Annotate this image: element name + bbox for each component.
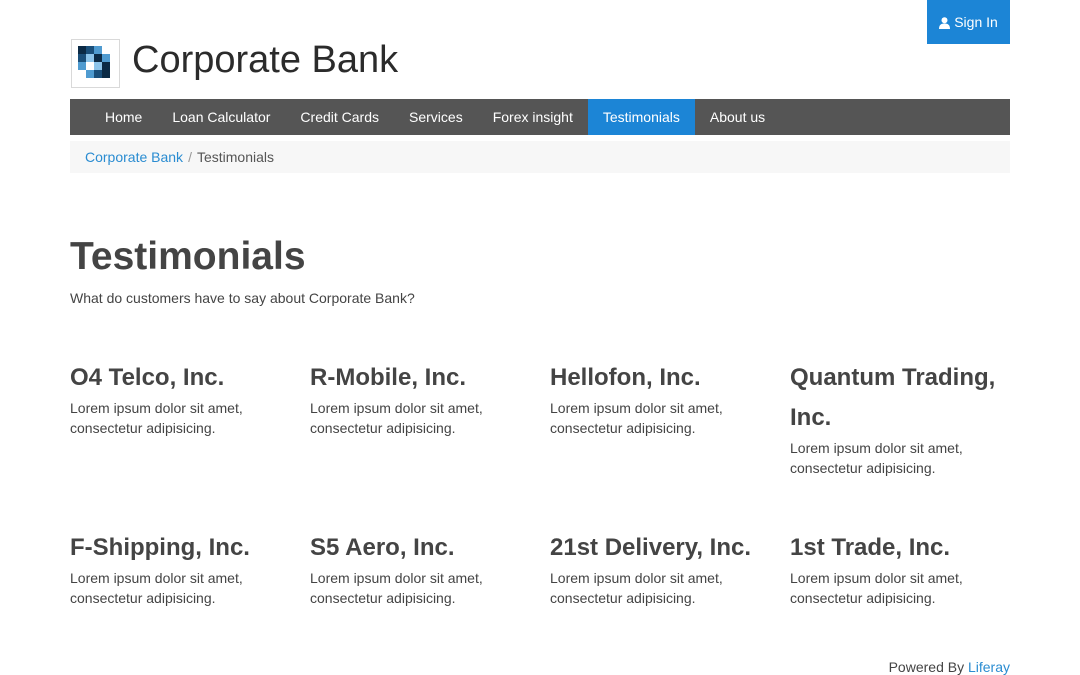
- breadcrumb-separator: /: [188, 149, 192, 165]
- sign-in-label: Sign In: [954, 14, 998, 30]
- breadcrumb: Corporate Bank / Testimonials: [70, 141, 1010, 173]
- testimonial-company: O4 Telco, Inc.: [70, 364, 225, 391]
- footer-liferay-link[interactable]: Liferay: [968, 659, 1010, 675]
- testimonial-company: Quantum Trading, Inc.: [790, 364, 996, 431]
- testimonial-company: R-Mobile, Inc.: [310, 364, 466, 391]
- nav-item-credit-cards[interactable]: Credit Cards: [285, 99, 394, 135]
- user-icon: [939, 16, 951, 29]
- testimonial-text: Lorem ipsum dolor sit amet, consectetur …: [70, 570, 243, 606]
- main-navigation: Home Loan Calculator Credit Cards Servic…: [70, 99, 1010, 135]
- testimonial-company: 21st Delivery, Inc.: [550, 534, 751, 561]
- testimonial-company: S5 Aero, Inc.: [310, 534, 455, 561]
- testimonial-card: Quantum Trading, Inc. Lorem ipsum dolor …: [790, 358, 1010, 478]
- testimonial-card: O4 Telco, Inc. Lorem ipsum dolor sit ame…: [70, 358, 290, 438]
- breadcrumb-link-home[interactable]: Corporate Bank: [85, 149, 183, 165]
- site-title[interactable]: Corporate Bank: [132, 37, 398, 83]
- footer: Powered By Liferay: [889, 659, 1010, 675]
- testimonial-card: S5 Aero, Inc. Lorem ipsum dolor sit amet…: [310, 528, 530, 608]
- testimonial-card: R-Mobile, Inc. Lorem ipsum dolor sit ame…: [310, 358, 530, 438]
- breadcrumb-current: Testimonials: [196, 149, 274, 165]
- page: Sign In Corporate Bank Home Loan Calcula…: [0, 0, 1080, 675]
- testimonial-card: 21st Delivery, Inc. Lorem ipsum dolor si…: [550, 528, 770, 608]
- sign-in-button[interactable]: Sign In: [927, 0, 1010, 44]
- nav-item-home[interactable]: Home: [90, 99, 157, 135]
- testimonial-text: Lorem ipsum dolor sit amet, consectetur …: [550, 400, 723, 436]
- testimonial-text: Lorem ipsum dolor sit amet, consectetur …: [550, 570, 723, 606]
- testimonial-text: Lorem ipsum dolor sit amet, consectetur …: [790, 440, 963, 476]
- page-subtitle: What do customers have to say about Corp…: [70, 290, 415, 306]
- testimonial-text: Lorem ipsum dolor sit amet, consectetur …: [70, 400, 243, 436]
- testimonial-text: Lorem ipsum dolor sit amet, consectetur …: [310, 570, 483, 606]
- nav-item-loan-calculator[interactable]: Loan Calculator: [157, 99, 285, 135]
- logo-icon: [78, 46, 110, 78]
- testimonial-card: Hellofon, Inc. Lorem ipsum dolor sit ame…: [550, 358, 770, 438]
- nav-item-about-us[interactable]: About us: [695, 99, 780, 135]
- testimonial-text: Lorem ipsum dolor sit amet, consectetur …: [790, 570, 963, 606]
- testimonial-text: Lorem ipsum dolor sit amet, consectetur …: [310, 400, 483, 436]
- footer-powered-by: Powered By: [888, 659, 965, 675]
- nav-item-services[interactable]: Services: [394, 99, 478, 135]
- testimonial-company: 1st Trade, Inc.: [790, 534, 951, 561]
- page-title: Testimonials: [70, 235, 306, 278]
- nav-item-forex-insight[interactable]: Forex insight: [478, 99, 588, 135]
- testimonial-card: F-Shipping, Inc. Lorem ipsum dolor sit a…: [70, 528, 290, 608]
- logo[interactable]: [71, 39, 120, 88]
- testimonial-company: F-Shipping, Inc.: [70, 534, 250, 561]
- testimonial-company: Hellofon, Inc.: [550, 364, 701, 391]
- nav-item-testimonials[interactable]: Testimonials: [587, 99, 695, 135]
- testimonial-card: 1st Trade, Inc. Lorem ipsum dolor sit am…: [790, 528, 1010, 608]
